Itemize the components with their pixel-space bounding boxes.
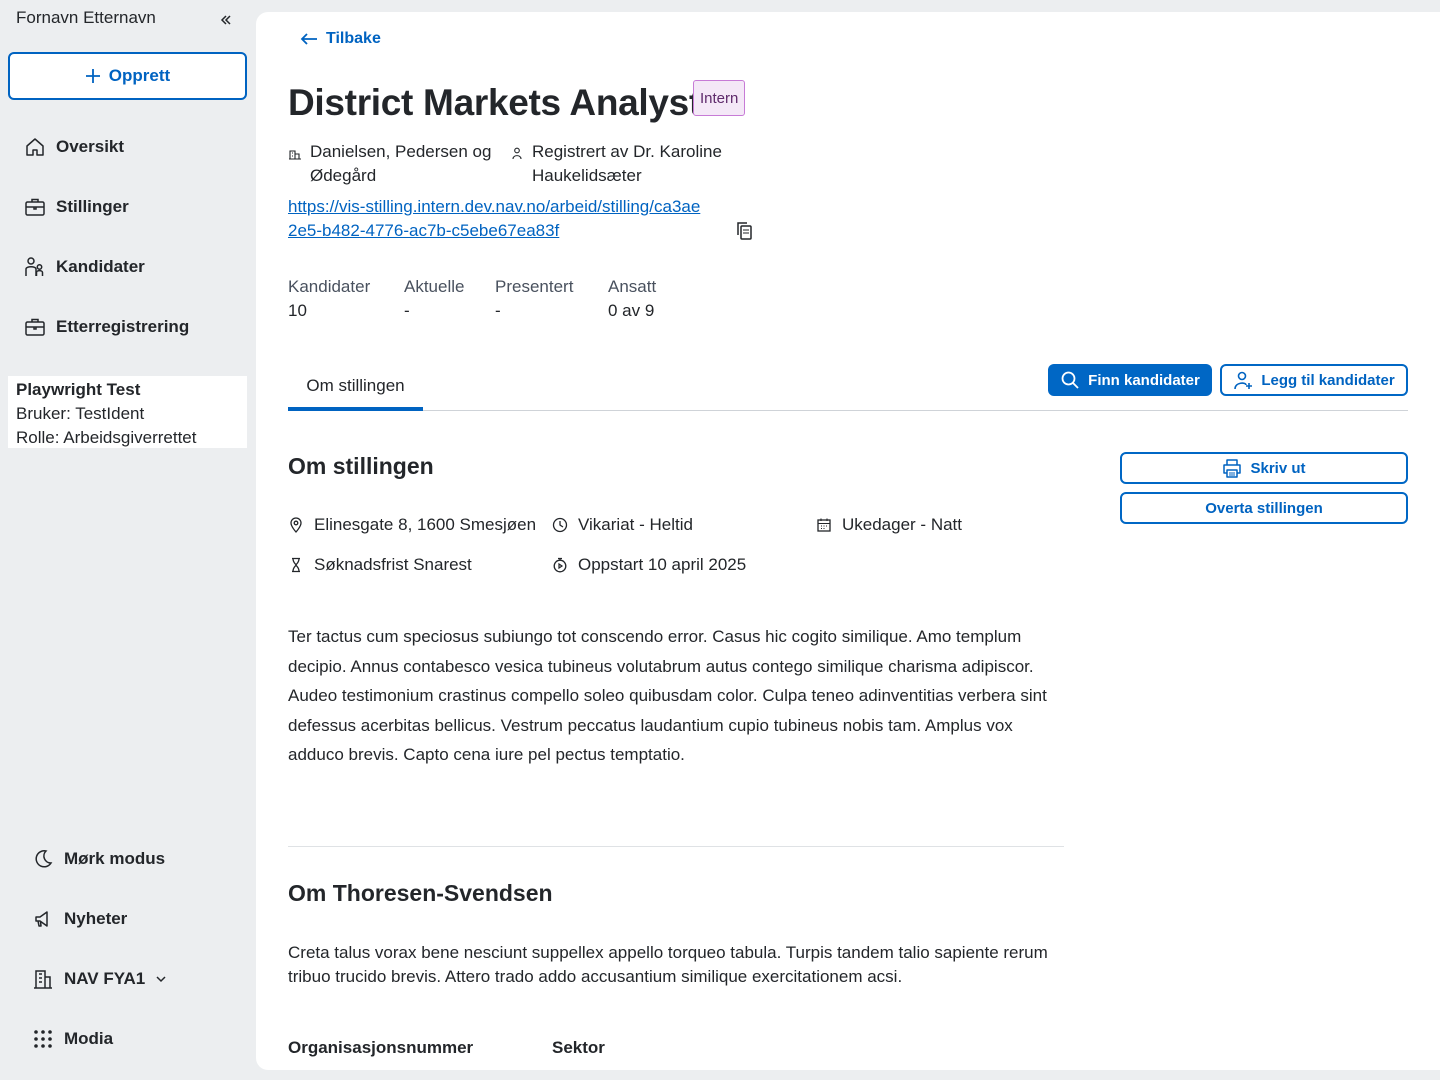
info-address-text: Elinesgate 8, 1600 Smesjøen (314, 515, 537, 534)
stat-ansatt: Ansatt 0 av 9 (608, 275, 688, 323)
info-schedule-text: Ukedager - Natt (842, 515, 962, 534)
grid-icon (34, 1030, 52, 1048)
sector-label: Sektor (552, 1038, 605, 1057)
test-box-user: Bruker: TestIdent (16, 404, 145, 423)
nav-item-etterregistrering[interactable]: Etterregistrering (24, 307, 189, 347)
nav-label: Oversikt (56, 137, 125, 156)
test-box-title: Playwright Test (16, 380, 141, 399)
news-button[interactable]: Nyheter (32, 899, 127, 939)
people-icon (25, 257, 44, 276)
stat-value: - (404, 301, 410, 320)
copy-icon[interactable] (734, 220, 756, 242)
info-deadline: Søknadsfrist Snarest (288, 555, 472, 575)
megaphone-icon (35, 911, 48, 927)
location-pin-icon (290, 517, 302, 533)
dark-mode-toggle[interactable]: Mørk modus (32, 839, 165, 879)
info-employment-text: Vikariat - Heltid (578, 515, 693, 534)
nav-label: Etterregistrering (56, 317, 190, 336)
nav-label: Kandidater (56, 257, 145, 276)
chevrons-left-icon (220, 15, 231, 25)
section-title-job: Om stillingen (288, 453, 434, 479)
briefcase-icon (25, 198, 45, 216)
news-label: Nyheter (64, 909, 128, 928)
employer-info: Danielsen, Pedersen og Ødegård (288, 140, 498, 188)
stat-label: Presentert (495, 277, 574, 296)
back-label: Tilbake (326, 30, 381, 47)
create-label: Opprett (108, 66, 171, 85)
take-over-label: Overta stillingen (1205, 499, 1323, 517)
modia-button[interactable]: Modia (32, 1019, 113, 1059)
registered-by-info: Registrert av Dr. Karoline Haukelidsæter (510, 140, 750, 188)
building-icon (289, 150, 301, 160)
info-schedule: Ukedager - Natt (816, 515, 962, 535)
job-description: Ter tactus cum speciosus subiungo tot co… (288, 627, 1047, 764)
stat-value: 10 (288, 301, 307, 320)
moon-icon (35, 850, 53, 868)
info-start: Oppstart 10 april 2025 (552, 555, 746, 575)
stat-value: - (495, 301, 501, 320)
house-icon (26, 138, 44, 156)
take-over-button[interactable]: Overta stillingen (1120, 492, 1408, 524)
create-button[interactable]: Opprett (8, 52, 247, 100)
person-plus-icon (1234, 371, 1253, 390)
org-number-label: Organisasjonsnummer (288, 1038, 474, 1057)
person-icon (512, 147, 522, 160)
find-candidates-button[interactable]: Finn kandidater (1048, 364, 1212, 396)
stat-aktuelle: Aktuelle - (404, 275, 495, 323)
plus-icon (85, 69, 100, 83)
stat-label: Kandidater (288, 277, 371, 296)
section-title-employer: Om Thoresen-Svendsen (288, 880, 553, 906)
collapse-sidebar-button[interactable] (216, 10, 236, 30)
calendar-icon (817, 518, 831, 532)
briefcase-icon (25, 318, 45, 336)
info-employment: Vikariat - Heltid (552, 515, 693, 535)
page-title: District Markets Analyst (288, 82, 701, 123)
print-label: Skriv ut (1250, 459, 1306, 477)
info-address: Elinesgate 8, 1600 Smesjøen (288, 515, 536, 535)
tab-om-stillingen[interactable]: Om stillingen (288, 364, 423, 411)
test-box-role: Rolle: Arbeidsgiverrettet (16, 428, 197, 447)
dark-mode-label: Mørk modus (64, 849, 166, 868)
registered-by: Registrert av Dr. Karoline Haukelidsæter (532, 142, 722, 185)
candidate-stats: Kandidater 10 Aktuelle - Presentert - An… (288, 275, 688, 323)
add-candidates-label: Legg til kandidater (1261, 371, 1395, 389)
sidebar: Fornavn Etternavn Opprett Oversikt Still… (0, 0, 256, 1080)
stat-label: Aktuelle (404, 277, 465, 296)
main-content: Tilbake District Markets Analyst Intern … (256, 12, 1440, 1070)
hourglass-icon (292, 557, 300, 573)
find-candidates-label: Finn kandidater (1088, 371, 1200, 389)
office-label: NAV FYA1 (64, 969, 146, 988)
nav-item-oversikt[interactable]: Oversikt (24, 127, 124, 167)
nav-label: Stillinger (56, 197, 129, 216)
search-icon (1061, 371, 1079, 389)
back-link[interactable]: Tilbake (300, 30, 381, 48)
stat-kandidater: Kandidater 10 (288, 275, 404, 323)
intern-tag: Intern (693, 80, 746, 116)
add-candidates-button[interactable]: Legg til kandidater (1220, 364, 1408, 396)
employer-name: Danielsen, Pedersen og Ødegård (310, 142, 492, 185)
nav-item-stillinger[interactable]: Stillinger (24, 187, 129, 227)
stat-value: 0 av 9 (608, 301, 655, 320)
job-url-link[interactable]: https://vis-stilling.intern.dev.nav.no/a… (288, 195, 708, 243)
test-user-box: Playwright Test Bruker: TestIdent Rolle:… (8, 376, 247, 448)
stat-presentert: Presentert - (495, 275, 608, 323)
stopwatch-icon (553, 557, 567, 573)
chevron-down-icon (156, 976, 166, 983)
arrow-left-icon (300, 33, 317, 45)
clock-icon (552, 517, 568, 533)
employer-description: Creta talus vorax bene nesciunt suppelle… (288, 943, 1048, 986)
modia-label: Modia (64, 1029, 114, 1048)
building-icon (34, 970, 52, 989)
printer-icon (1223, 459, 1242, 478)
tabs-divider (288, 410, 1408, 411)
office-selector[interactable]: NAV FYA1 (32, 959, 167, 999)
section-divider (288, 846, 1064, 847)
print-button[interactable]: Skriv ut (1120, 452, 1408, 484)
info-start-text: Oppstart 10 april 2025 (578, 555, 747, 574)
info-deadline-text: Søknadsfrist Snarest (314, 555, 472, 574)
user-name: Fornavn Etternavn (16, 8, 156, 27)
nav-item-kandidater[interactable]: Kandidater (24, 247, 145, 287)
stat-label: Ansatt (608, 277, 657, 296)
